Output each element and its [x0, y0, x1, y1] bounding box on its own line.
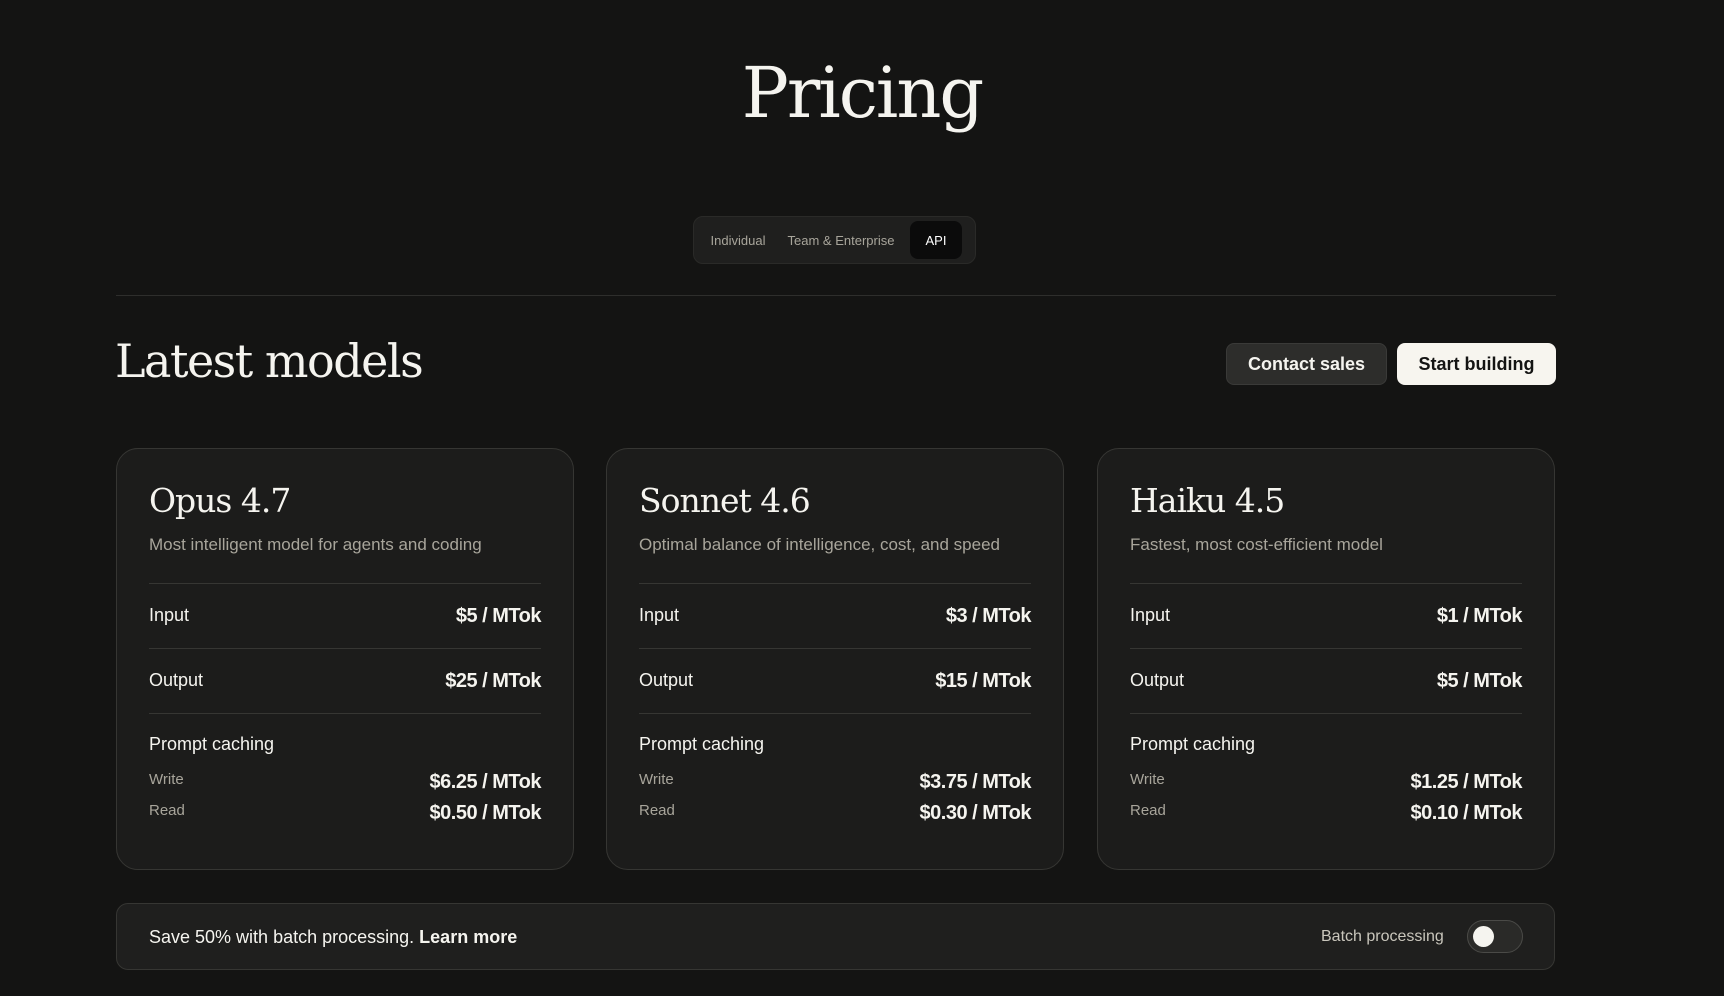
section-title: Latest models [115, 334, 424, 388]
row-divider [149, 713, 541, 714]
output-label: Output [639, 670, 694, 690]
page-title: Pricing [741, 52, 984, 134]
input-price: $1 / MTok [1436, 605, 1523, 627]
prompt-caching-label: Prompt caching [149, 734, 275, 754]
contact-sales-button[interactable]: Contact sales [1226, 343, 1387, 385]
model-card-sonnet: Sonnet 4.6 Optimal balance of intelligen… [606, 448, 1064, 870]
model-card-haiku: Haiku 4.5 Fastest, most cost-efficient m… [1097, 448, 1555, 870]
output-price: $25 / MTok [445, 670, 541, 692]
read-label: Read [639, 802, 675, 819]
row-divider [149, 648, 541, 649]
output-label: Output [149, 670, 204, 690]
model-description: Fastest, most cost-efficient model [1130, 535, 1383, 554]
batch-promo-message: Save 50% with batch processing. [149, 927, 415, 947]
prompt-caching-label: Prompt caching [1130, 734, 1256, 754]
model-card-opus: Opus 4.7 Most intelligent model for agen… [116, 448, 574, 870]
write-label: Write [1130, 771, 1165, 788]
input-price: $5 / MTok [455, 605, 542, 627]
output-price: $5 / MTok [1436, 670, 1523, 692]
input-label: Input [149, 605, 190, 625]
write-price: $1.25 / MTok [1410, 771, 1523, 793]
tab-api[interactable]: API [910, 221, 962, 259]
batch-processing-label: Batch processing [1321, 928, 1444, 945]
input-label: Input [639, 605, 680, 625]
plan-tabs: Individual Team & Enterprise API [693, 216, 976, 264]
write-label: Write [639, 771, 674, 788]
batch-processing-banner: Save 50% with batch processing. Learn mo… [116, 903, 1555, 970]
tab-individual[interactable]: Individual [700, 221, 776, 259]
section-divider [116, 295, 1556, 296]
read-price: $0.50 / MTok [429, 802, 542, 824]
pricing-page: Pricing Individual Team & Enterprise API… [0, 0, 1724, 996]
read-price: $0.30 / MTok [919, 802, 1032, 824]
model-name: Haiku 4.5 [1130, 481, 1285, 520]
tab-team-enterprise[interactable]: Team & Enterprise [776, 221, 906, 259]
start-building-button[interactable]: Start building [1397, 343, 1556, 385]
input-label: Input [1130, 605, 1171, 625]
toggle-knob [1473, 926, 1494, 947]
output-price: $15 / MTok [935, 670, 1031, 692]
model-name: Sonnet 4.6 [639, 481, 811, 520]
model-description: Optimal balance of intelligence, cost, a… [639, 535, 1001, 554]
read-price: $0.10 / MTok [1410, 802, 1523, 824]
learn-more-link[interactable]: Learn more [419, 927, 517, 947]
input-price: $3 / MTok [945, 605, 1032, 627]
prompt-caching-label: Prompt caching [639, 734, 765, 754]
batch-processing-toggle[interactable] [1467, 920, 1523, 953]
batch-promo-text: Save 50% with batch processing. Learn mo… [149, 927, 517, 948]
write-price: $3.75 / MTok [919, 771, 1032, 793]
row-divider [639, 583, 1031, 584]
row-divider [149, 583, 541, 584]
read-label: Read [149, 802, 185, 819]
row-divider [639, 713, 1031, 714]
row-divider [1130, 648, 1522, 649]
output-label: Output [1130, 670, 1185, 690]
model-description: Most intelligent model for agents and co… [149, 535, 482, 554]
model-name: Opus 4.7 [149, 481, 291, 520]
read-label: Read [1130, 802, 1166, 819]
write-label: Write [149, 771, 184, 788]
row-divider [639, 648, 1031, 649]
row-divider [1130, 713, 1522, 714]
row-divider [1130, 583, 1522, 584]
write-price: $6.25 / MTok [429, 771, 542, 793]
